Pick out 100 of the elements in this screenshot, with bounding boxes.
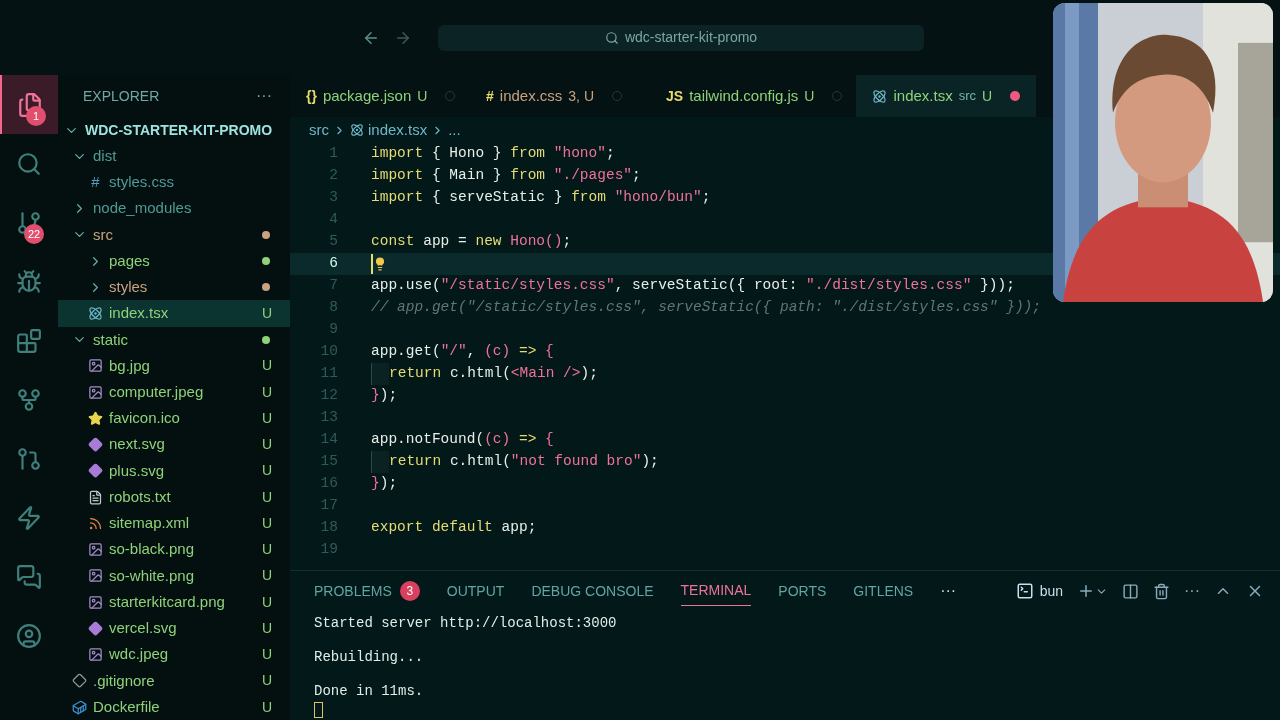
file-row[interactable]: computer.jpeg U [58, 379, 290, 406]
rss-icon [88, 515, 103, 531]
folder-row[interactable]: pages [58, 247, 290, 275]
file-row[interactable]: robots.txt U [58, 484, 290, 511]
panel-tab[interactable]: PROBLEMS 3 [314, 576, 420, 606]
breadcrumb[interactable]: index.tsx [368, 118, 428, 142]
line-number: 17 [319, 496, 338, 516]
image-icon [88, 594, 103, 610]
editor-tab[interactable]: # index.css 3, U [470, 75, 650, 117]
tab-status: 3, U [568, 86, 594, 106]
file-name: static [93, 329, 129, 350]
file-row[interactable]: # styles.css [58, 169, 290, 196]
file-row[interactable]: next.svg U [58, 431, 290, 458]
branch-icon [16, 209, 42, 236]
breadcrumb[interactable]: ... [448, 118, 461, 142]
bug-icon [16, 268, 42, 295]
file-row[interactable]: so-black.png U [58, 536, 290, 563]
activity-button[interactable]: 22 [0, 193, 58, 252]
file-row[interactable]: so-white.png U [58, 562, 290, 589]
code-line: import { Hono } from "hono"; [371, 144, 615, 164]
git-status: U [261, 618, 272, 638]
git-status: U [261, 487, 272, 507]
image-icon [88, 542, 103, 558]
tab-status: U [982, 86, 993, 106]
line-number: 12 [319, 386, 338, 406]
line-number: 11 [319, 364, 338, 384]
star-icon [88, 410, 103, 426]
file-row[interactable]: vercel.svg U [58, 615, 290, 642]
split-icon[interactable] [1122, 582, 1139, 600]
folder-row[interactable]: styles [58, 274, 290, 301]
file-row[interactable]: Dockerfile U [58, 693, 290, 720]
file-row[interactable]: starterkitcard.png U [58, 589, 290, 616]
file-name: vercel.svg [109, 618, 178, 639]
file-row[interactable]: wdc.jpeg U [58, 641, 290, 668]
file-row[interactable]: sitemap.xml U [58, 510, 290, 537]
line-number: 3 [328, 188, 338, 208]
folder-row[interactable]: dist [58, 143, 290, 170]
panel-tab[interactable]: DEBUG CONSOLE [531, 576, 654, 606]
editor-tab[interactable]: index.tsx src U [856, 75, 1037, 117]
panel-tab[interactable]: TERMINAL [680, 576, 752, 606]
terminal-line: Done in 11ms. [314, 682, 425, 701]
line-number: 16 [319, 474, 338, 494]
project-root-row[interactable]: WDC-STARTER-KIT-PROMO [58, 117, 290, 143]
more-tabs-button[interactable]: ··· [940, 579, 957, 603]
activity-button[interactable]: 1 [0, 75, 58, 134]
command-search-field[interactable]: wdc-starter-kit-promo [438, 24, 924, 51]
tab-status: U [804, 86, 815, 106]
line-number: 15 [319, 452, 338, 472]
file-name: .gitignore [93, 670, 156, 691]
lightning-icon [16, 504, 42, 531]
image-icon [88, 358, 103, 374]
terminal-line: Started server http://localhost:3000 [314, 614, 618, 633]
line-number: 14 [319, 430, 338, 450]
file-row[interactable]: bg.jpg U [58, 352, 290, 380]
git-status: U [261, 304, 272, 323]
git-status: U [261, 461, 272, 481]
editor-tab[interactable]: {} package.json U [290, 75, 470, 117]
git-status: U [261, 566, 272, 586]
add-icon[interactable] [1077, 582, 1095, 600]
more-button[interactable]: ··· [256, 84, 272, 108]
file-name: node_modules [93, 198, 193, 219]
file-name: so-white.png [109, 565, 196, 586]
search-icon [16, 150, 42, 177]
shapes-icon [88, 620, 103, 636]
code-line: }); [371, 386, 398, 406]
chat-icon [16, 563, 42, 590]
line-number: 18 [319, 518, 338, 538]
terminal-selector[interactable]: bun [1015, 580, 1063, 602]
diamond-icon [72, 673, 87, 689]
image-icon [88, 384, 103, 400]
file-name: next.svg [109, 434, 166, 455]
folder-row[interactable]: static [58, 326, 290, 353]
breadcrumb[interactable]: src [309, 118, 329, 142]
line-number: 19 [319, 540, 338, 560]
file-row[interactable]: plus.svg U [58, 457, 290, 485]
more-actions-button[interactable]: ··· [1184, 579, 1200, 603]
editor-tab[interactable]: JS tailwind.config.js U [650, 75, 857, 117]
extensions-icon [16, 327, 42, 354]
git-status: U [261, 540, 272, 560]
terminal-line: Rebuilding... [314, 648, 425, 667]
code-line: // app.get("/static/styles.css", serveStatic({ path: "./dist/styles.css" })); [371, 298, 1041, 318]
file-name: styles.css [109, 172, 175, 193]
panel-tab[interactable]: PORTS [778, 576, 827, 606]
trash-icon[interactable] [1153, 582, 1170, 600]
folder-row[interactable]: node_modules [58, 195, 290, 222]
shapes-icon [88, 437, 103, 453]
file-row[interactable]: favicon.ico U [58, 405, 290, 432]
git-status: U [261, 671, 272, 691]
git-status: U [261, 408, 272, 428]
file-name: pages [109, 250, 151, 271]
file-row[interactable]: index.tsx U [58, 300, 290, 327]
line-number: 8 [328, 298, 338, 318]
file-name: src [93, 224, 114, 245]
line-number: 6 [328, 254, 338, 274]
panel-tab[interactable]: GITLENS [853, 576, 914, 606]
problems-badge: 3 [399, 581, 420, 601]
file-row[interactable]: .gitignore U [58, 667, 290, 694]
folder-row[interactable]: src [58, 221, 290, 248]
file-name: sitemap.xml [109, 513, 191, 534]
panel-tab[interactable]: OUTPUT [446, 576, 505, 606]
